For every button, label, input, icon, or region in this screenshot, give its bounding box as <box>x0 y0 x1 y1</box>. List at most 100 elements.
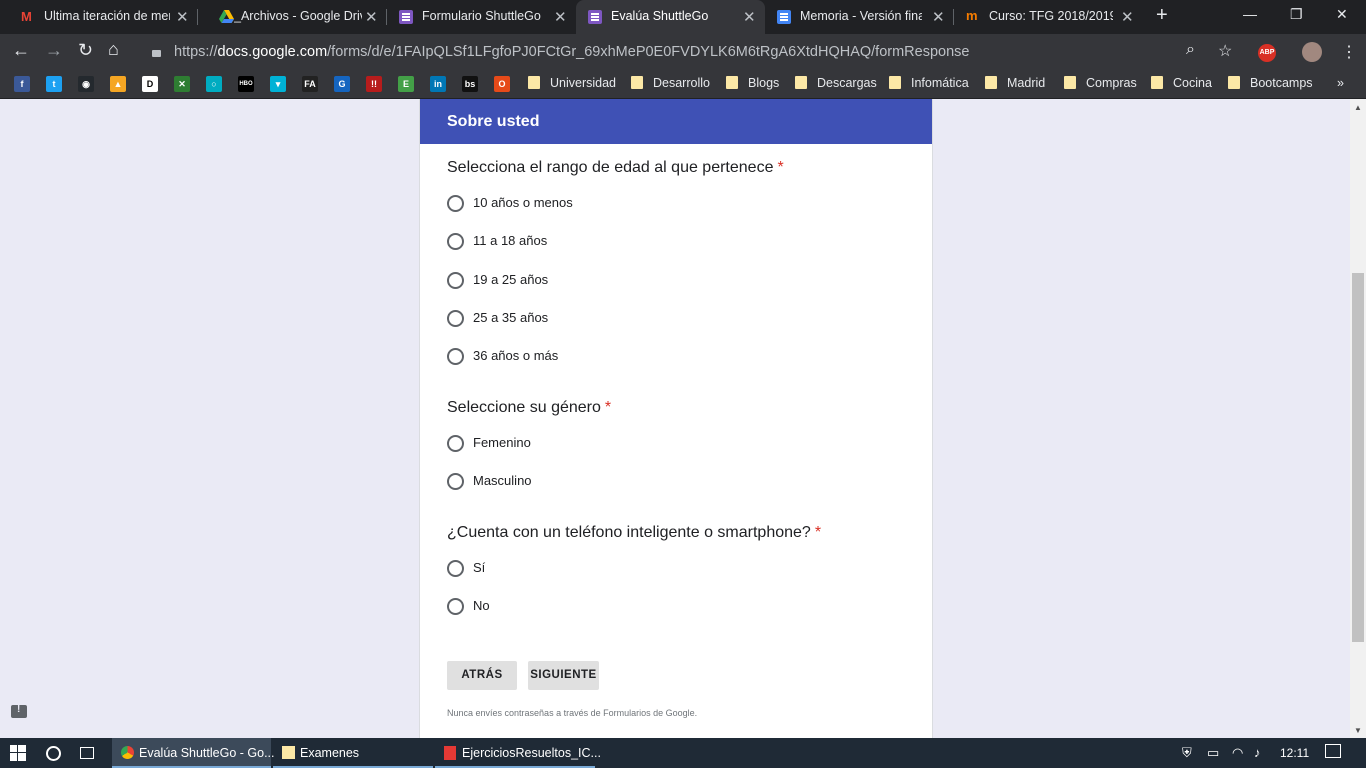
bookmark-folder-label: Compras <box>1086 76 1137 90</box>
twitter-bookmark-icon[interactable]: t <box>46 76 62 92</box>
radio-button[interactable] <box>447 310 464 327</box>
tab-close-icon[interactable]: ✕ <box>743 8 756 26</box>
taskbar-item-explorer[interactable]: Examenes <box>273 738 433 768</box>
office-bookmark-icon[interactable]: O <box>494 76 510 92</box>
action-center-icon[interactable] <box>1325 744 1341 758</box>
scroll-down-arrow-icon[interactable]: ▼ <box>1354 726 1362 735</box>
bookmark-folder[interactable]: Desarrollo <box>631 76 710 92</box>
bookmarks-overflow-chevron-icon[interactable]: » <box>1337 76 1344 92</box>
defender-shield-icon[interactable]: ⛨ <box>1182 745 1192 761</box>
tab-close-icon[interactable]: ✕ <box>1121 8 1134 26</box>
home-icon[interactable]: ⌂ <box>108 39 119 60</box>
folder-icon <box>889 76 901 89</box>
facebook-bookmark-icon[interactable]: f <box>14 76 30 92</box>
google-forms-icon <box>588 10 602 24</box>
radio-button[interactable] <box>447 598 464 615</box>
taskbar-item-label: Evalúa ShuttleGo - Go... <box>139 746 275 760</box>
tt-bookmark-icon[interactable]: !! <box>366 76 382 92</box>
radio-button[interactable] <box>447 435 464 452</box>
firebase-bookmark-icon[interactable]: ▲ <box>110 76 126 92</box>
taskbar-item-chrome[interactable]: Evalúa ShuttleGo - Go... <box>112 738 275 768</box>
tab-close-icon[interactable]: ✕ <box>176 8 189 26</box>
tab-formulario[interactable]: Formulario ShuttleGo - ✕ <box>387 0 576 34</box>
section-title: Sobre usted <box>447 113 540 130</box>
close-window-icon[interactable]: ✕ <box>1336 6 1348 23</box>
tab-title: Evalúa ShuttleGo <box>611 9 709 23</box>
adblock-icon[interactable]: ABP <box>1258 44 1276 62</box>
bookmark-folder[interactable]: Infomática <box>889 76 969 92</box>
hbo-bookmark-icon[interactable]: HBO <box>238 76 254 92</box>
zoom-search-icon[interactable]: ⌕ <box>1186 41 1195 59</box>
tab-drive[interactable]: _Archivos - Google Driv ✕ <box>198 0 387 34</box>
restore-icon[interactable]: ❐ <box>1290 6 1303 23</box>
folder-icon <box>985 76 997 89</box>
question-title: Seleccione su género * <box>447 399 611 417</box>
radio-button[interactable] <box>447 560 464 577</box>
tab-title: Curso: TFG 2018/2019 - <box>989 9 1113 23</box>
bookmark-folder[interactable]: Cocina <box>1151 76 1212 92</box>
bookmark-star-icon[interactable]: ☆ <box>1218 41 1232 61</box>
tab-close-icon[interactable]: ✕ <box>554 8 567 26</box>
taskbar-item-pdf[interactable]: EjerciciosResueltos_IC... <box>435 738 601 768</box>
back-button[interactable]: ATRÁS <box>447 661 517 690</box>
search-circle-icon[interactable] <box>46 738 62 768</box>
required-asterisk: * <box>814 524 822 541</box>
gmail-icon: M <box>21 9 32 24</box>
bookmark-folder-label: Cocina <box>1173 76 1212 90</box>
circle-bookmark-icon[interactable]: ○ <box>206 76 222 92</box>
scroll-thumb[interactable] <box>1352 273 1364 642</box>
question-title: ¿Cuenta con un teléfono inteligente o sm… <box>447 524 821 542</box>
wifi-icon[interactable]: ◠ <box>1232 745 1243 761</box>
scroll-up-arrow-icon[interactable]: ▲ <box>1354 103 1362 112</box>
page-scrollbar[interactable]: ▲ ▼ <box>1350 99 1366 738</box>
radio-button[interactable] <box>447 473 464 490</box>
dev-bookmark-icon[interactable]: D <box>142 76 158 92</box>
minimize-icon[interactable]: — <box>1243 6 1257 22</box>
battery-icon[interactable]: ▭ <box>1207 745 1219 761</box>
radio-button[interactable] <box>447 195 464 212</box>
gc-bookmark-icon[interactable]: G <box>334 76 350 92</box>
radio-button[interactable] <box>447 272 464 289</box>
task-view-icon[interactable] <box>80 738 98 768</box>
bs-bookmark-icon[interactable]: bs <box>462 76 478 92</box>
crossover-bookmark-icon[interactable]: ✕ <box>174 76 190 92</box>
required-asterisk: * <box>777 159 784 176</box>
clock[interactable]: 12:11 <box>1280 746 1309 760</box>
tab-gmail[interactable]: M Ultima iteración de mer ✕ <box>0 0 198 34</box>
evernote-bookmark-icon[interactable]: E <box>398 76 414 92</box>
wuaki-bookmark-icon[interactable]: ▾ <box>270 76 286 92</box>
bookmark-folder[interactable]: Descargas <box>795 76 877 92</box>
linkedin-bookmark-icon[interactable]: in <box>430 76 446 92</box>
tab-memoria[interactable]: Memoria - Versión final ✕ <box>765 0 954 34</box>
tab-title: Formulario ShuttleGo - <box>422 9 544 23</box>
menu-kebab-icon[interactable]: ⋮ <box>1341 42 1357 62</box>
bookmark-folder[interactable]: Madrid <box>985 76 1045 92</box>
volume-icon[interactable]: ♪ <box>1254 745 1261 760</box>
windows-start-icon[interactable] <box>10 738 26 768</box>
radio-button[interactable] <box>447 233 464 250</box>
feedback-icon[interactable] <box>11 704 27 718</box>
radio-button[interactable] <box>447 348 464 365</box>
tab-close-icon[interactable]: ✕ <box>365 8 378 26</box>
tab-close-icon[interactable]: ✕ <box>932 8 945 26</box>
bookmark-folder[interactable]: Blogs <box>726 76 779 92</box>
option-label: Masculino <box>473 473 532 488</box>
forward-arrow-icon[interactable]: → <box>45 40 63 61</box>
address-bar[interactable]: https://docs.google.com/forms/d/e/1FAIpQ… <box>142 38 1246 66</box>
new-tab-plus-icon[interactable]: + <box>1156 4 1168 27</box>
tab-evalua[interactable]: Evalúa ShuttleGo ✕ <box>576 0 765 34</box>
profile-avatar[interactable] <box>1302 42 1322 62</box>
section-header: Sobre usted <box>420 99 932 144</box>
tab-curso[interactable]: m Curso: TFG 2018/2019 - ✕ <box>954 0 1143 34</box>
folder-icon <box>795 76 807 89</box>
bookmark-folder-label: Madrid <box>1007 76 1046 90</box>
reload-icon[interactable]: ↻ <box>78 40 93 61</box>
next-button[interactable]: SIGUIENTE <box>528 661 599 690</box>
bookmark-folder[interactable]: Bootcamps <box>1228 76 1313 92</box>
bookmark-folder[interactable]: Universidad <box>528 76 616 92</box>
bookmark-folder[interactable]: Compras <box>1064 76 1137 92</box>
back-arrow-icon[interactable]: ← <box>12 40 30 61</box>
folder-icon <box>1064 76 1076 89</box>
filmaffinity-bookmark-icon[interactable]: FA <box>302 76 318 92</box>
github-bookmark-icon[interactable]: ◉ <box>78 76 94 92</box>
